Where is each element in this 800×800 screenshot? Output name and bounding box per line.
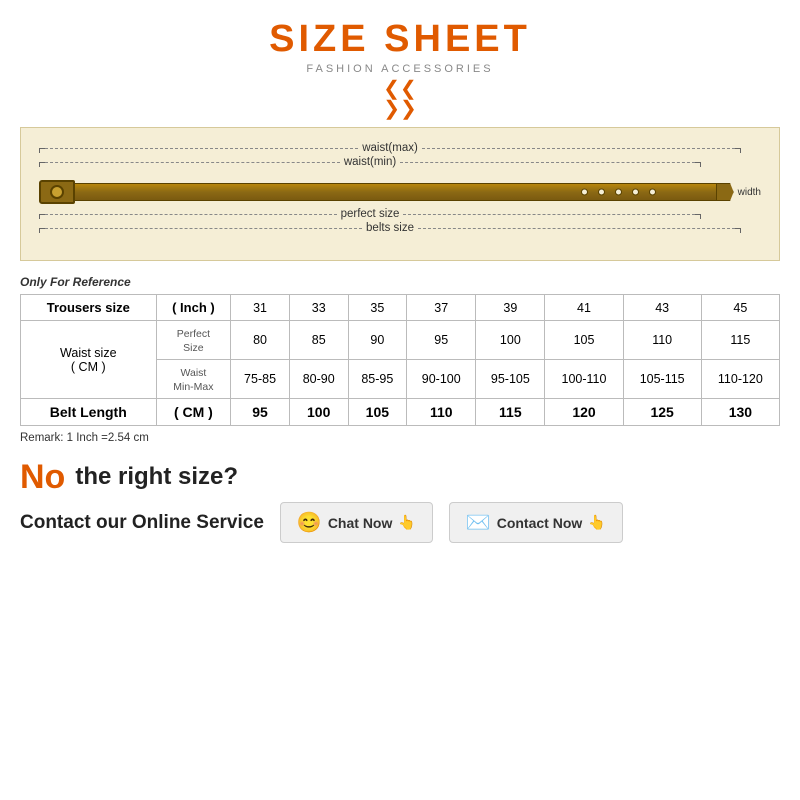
belt-holes [581,189,656,196]
waist-85-95: 85-95 [348,360,407,399]
belt-hole [598,189,605,196]
col-inch: ( Inch ) [156,295,231,321]
belt-105: 105 [348,399,407,426]
belt-size-label: belts size [362,222,418,234]
belt-strap [75,183,716,201]
perfect-size-sublabel: PerfectSize [156,321,231,360]
belt-diagram: waist(max) waist(min) [20,127,780,261]
page-subtitle: FASHION ACCESSORIES [306,63,493,75]
waist-80-90: 80-90 [289,360,348,399]
size-41: 41 [545,295,623,321]
belt-length-label: Belt Length [21,399,157,426]
waist-size-label: Waist size ( CM ) [21,321,157,399]
belt-visual: width [39,178,761,206]
waist-105-115: 105-115 [623,360,701,399]
waist-95-105: 95-105 [476,360,545,399]
belt-110: 110 [407,399,476,426]
belt-125: 125 [623,399,701,426]
belt-hole [581,189,588,196]
belt-100: 100 [289,399,348,426]
size-39: 39 [476,295,545,321]
contact-label: Contact our Online Service [20,512,264,534]
belt-hole [615,189,622,196]
size-37: 37 [407,295,476,321]
waist-90-100: 90-100 [407,360,476,399]
waist-size-text: Waist size [60,346,117,360]
chat-icon: 😊 [297,510,322,535]
belt-120: 120 [545,399,623,426]
waist-100-110: 100-110 [545,360,623,399]
perfect-90: 90 [348,321,407,360]
perfect-115: 115 [701,321,779,360]
page: SIZE SHEET FASHION ACCESSORIES ❮❮❯❯ wais… [0,0,800,800]
belt-size-measurement: belts size [39,222,741,234]
no-text: No [20,460,65,494]
page-title: SIZE SHEET [269,18,531,61]
perfect-size-row: Waist size ( CM ) PerfectSize 80 85 90 9… [21,321,780,360]
waist-max-label: waist(max) [358,142,422,154]
size-45: 45 [701,295,779,321]
belt-115: 115 [476,399,545,426]
belt-130: 130 [701,399,779,426]
belt-length-row: Belt Length ( CM ) 95 100 105 110 115 12… [21,399,780,426]
size-33: 33 [289,295,348,321]
waist-min-label: waist(min) [340,156,400,168]
size-31: 31 [231,295,290,321]
contact-now-button[interactable]: ✉️ Contact Now 👆 [449,502,623,543]
remark-text: Remark: 1 Inch =2.54 cm [20,432,780,444]
perfect-105: 105 [545,321,623,360]
waist-75-85: 75-85 [231,360,290,399]
hand-icon-chat: 👆 [398,514,415,531]
right-size-text: the right size? [75,463,238,491]
perfect-110: 110 [623,321,701,360]
mail-icon: ✉️ [466,510,491,535]
waist-max-measurement: waist(max) [39,142,741,154]
reference-label: Only For Reference [20,275,780,289]
perfect-size-measurement: perfect size [39,208,701,220]
waist-110-120: 110-120 [701,360,779,399]
size-table: Trousers size ( Inch ) 31 33 35 37 39 41… [20,294,780,426]
width-label: width [738,187,761,198]
bottom-section: No the right size? Contact our Online Se… [20,460,780,543]
waist-minmax-sublabel: WaistMin-Max [156,360,231,399]
belt-95: 95 [231,399,290,426]
belt-end [716,183,734,201]
no-right-size-row: No the right size? [20,460,780,494]
perfect-80: 80 [231,321,290,360]
belt-hole [649,189,656,196]
size-35: 35 [348,295,407,321]
perfect-100: 100 [476,321,545,360]
waist-unit-text: ( CM ) [71,360,106,374]
perfect-85: 85 [289,321,348,360]
col-trousers-size: Trousers size [21,295,157,321]
contact-row: Contact our Online Service 😊 Chat Now 👆 … [20,502,780,543]
contact-btn-label: Contact Now [497,515,583,531]
chat-btn-label: Chat Now [328,515,393,531]
chat-now-button[interactable]: 😊 Chat Now 👆 [280,502,433,543]
size-43: 43 [623,295,701,321]
perfect-size-label: perfect size [337,208,404,220]
belt-hole [632,189,639,196]
perfect-95: 95 [407,321,476,360]
waist-min-measurement: waist(min) [39,156,701,168]
hand-icon-contact: 👆 [588,514,605,531]
belt-length-unit: ( CM ) [156,399,231,426]
belt-buckle [39,180,75,204]
chevron-icon: ❮❮❯❯ [383,79,417,119]
